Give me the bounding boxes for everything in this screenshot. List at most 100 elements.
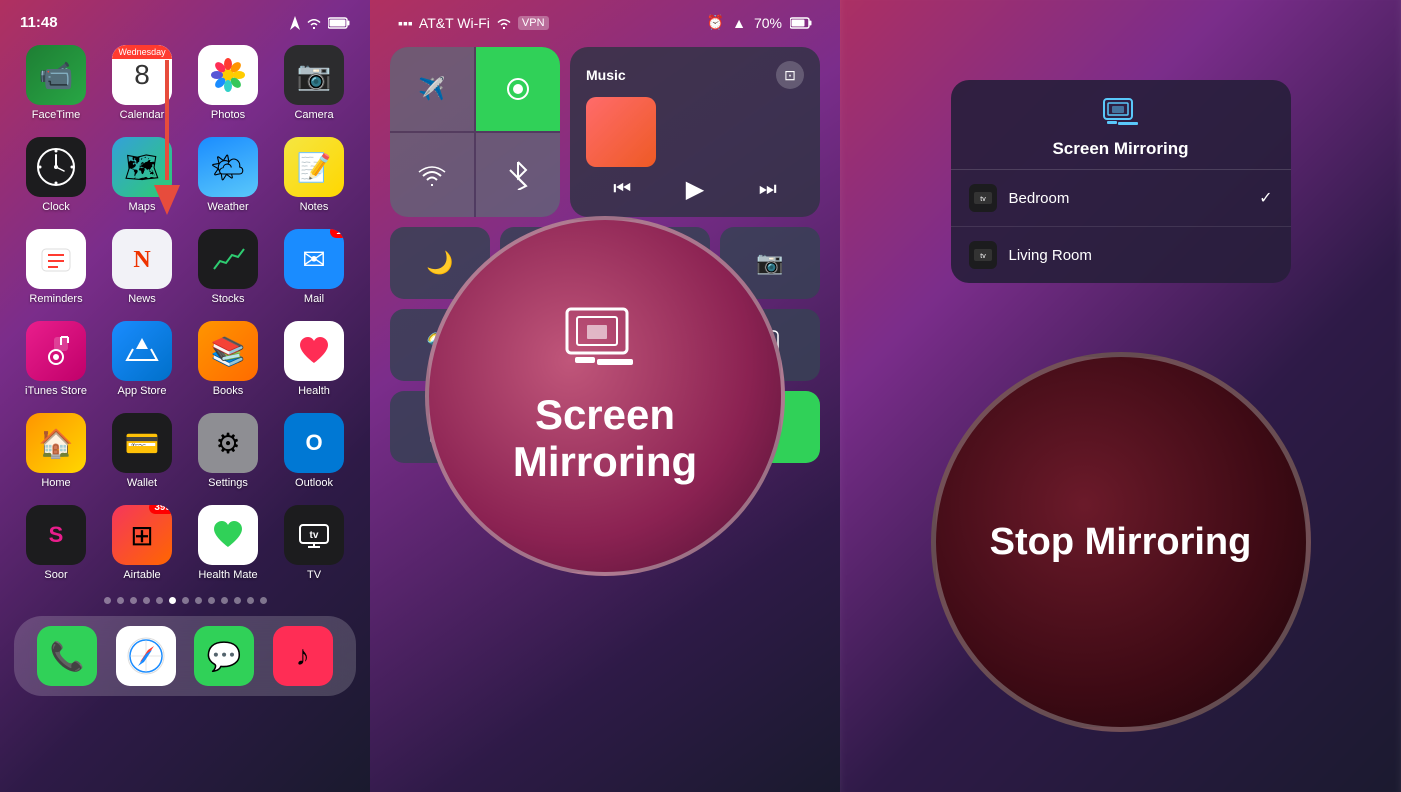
iphone-home-screen: 11:48 📹 FaceTime Wednesday <box>0 0 370 792</box>
next-button[interactable]: ⏭ <box>759 178 777 201</box>
playback-controls: ⏮ ▶ ⏭ <box>586 175 804 204</box>
mail-badge: 1 <box>330 229 344 238</box>
svg-text:tv: tv <box>980 196 986 203</box>
camera-label: Camera <box>294 109 333 121</box>
connectivity-block: ✈️ <box>390 47 560 217</box>
soor-label: Soor <box>44 569 67 581</box>
cc-row-1: ✈️ Music ⊡ <box>390 47 820 217</box>
mirroring-panel-icon <box>1103 98 1139 133</box>
app-tv[interactable]: tv TV <box>278 505 350 581</box>
appstore-icon <box>112 321 172 381</box>
app-home[interactable]: 🏠 Home <box>20 413 92 489</box>
app-soor[interactable]: S Soor <box>20 505 92 581</box>
app-airtable[interactable]: 399 ⊞ Airtable <box>106 505 178 581</box>
app-camera[interactable]: 📷 Camera <box>278 45 350 121</box>
books-icon: 📚 <box>198 321 258 381</box>
airplay-icon[interactable]: ⊡ <box>776 61 804 89</box>
mirroring-device-livingroom[interactable]: tv Living Room <box>951 227 1291 283</box>
dot-12 <box>247 597 254 604</box>
app-health[interactable]: Health <box>278 321 350 397</box>
app-clock[interactable]: Clock <box>20 137 92 213</box>
appstore-label: App Store <box>118 385 167 397</box>
music-tile[interactable]: Music ⊡ ⏮ ▶ ⏭ <box>570 47 820 217</box>
settings-icon: ⚙ <box>198 413 258 473</box>
app-calendar[interactable]: Wednesday 8 Calendar <box>106 45 178 121</box>
app-appstore[interactable]: App Store <box>106 321 178 397</box>
app-healthmate[interactable]: Health Mate <box>192 505 264 581</box>
cc-carrier: AT&T Wi-Fi <box>419 15 490 31</box>
wifi-icon <box>306 17 322 29</box>
app-notes[interactable]: 📝 Notes <box>278 137 350 213</box>
dot-11 <box>234 597 241 604</box>
app-facetime[interactable]: 📹 FaceTime <box>20 45 92 121</box>
itunes-label: iTunes Store <box>25 385 87 397</box>
vpn-badge: VPN <box>518 16 549 30</box>
app-stocks[interactable]: Stocks <box>192 229 264 305</box>
app-grid: 📹 FaceTime Wednesday 8 Calendar <box>0 37 370 589</box>
app-outlook[interactable]: O Outlook <box>278 413 350 489</box>
app-settings[interactable]: ⚙ Settings <box>192 413 264 489</box>
control-center-screen: ▪▪▪ AT&T Wi-Fi VPN ⏰ ▲ 70% ✈️ <box>370 0 840 792</box>
reminders-icon <box>26 229 86 289</box>
stocks-icon <box>198 229 258 289</box>
location-icon <box>290 16 300 30</box>
stop-mirroring-label: Stop Mirroring <box>990 521 1252 564</box>
music-content <box>586 97 804 167</box>
wifi-tile[interactable] <box>390 133 474 217</box>
outlook-label: Outlook <box>295 477 333 489</box>
app-wallet[interactable]: 💳 Wallet <box>106 413 178 489</box>
calendar-label: Calendar <box>120 109 165 121</box>
stocks-label: Stocks <box>211 293 244 305</box>
dot-4 <box>143 597 150 604</box>
mail-label: Mail <box>304 293 324 305</box>
app-maps[interactable]: 🗺 Maps <box>106 137 178 213</box>
weather-label: Weather <box>207 201 248 213</box>
play-button[interactable]: ▶ <box>686 175 704 204</box>
app-news[interactable]: N News <box>106 229 178 305</box>
tv-icon: tv <box>284 505 344 565</box>
maps-label: Maps <box>129 201 156 213</box>
airtable-icon: 399 ⊞ <box>112 505 172 565</box>
mail-icon: ✉ 1 <box>284 229 344 289</box>
facetime-icon: 📹 <box>26 45 86 105</box>
stop-mirroring-button[interactable]: Stop Mirroring <box>931 352 1311 732</box>
dot-8 <box>195 597 202 604</box>
news-label: News <box>128 293 156 305</box>
airplane-mode-tile[interactable]: ✈️ <box>390 47 474 131</box>
album-art <box>586 97 656 167</box>
app-mail[interactable]: ✉ 1 Mail <box>278 229 350 305</box>
battery-pct: 70% <box>754 15 782 31</box>
screen-mirroring-circle[interactable]: ScreenMirroring <box>425 216 785 576</box>
books-label: Books <box>213 385 244 397</box>
healthmate-label: Health Mate <box>198 569 257 581</box>
outlook-icon: O <box>284 413 344 473</box>
svg-text:tv: tv <box>310 530 319 541</box>
dock-phone[interactable]: 📞 <box>37 626 97 686</box>
health-icon <box>284 321 344 381</box>
status-bar: 11:48 <box>0 0 370 37</box>
cc-signal: ▪▪▪ <box>398 15 413 31</box>
svg-text:tv: tv <box>980 253 986 260</box>
dock-music[interactable]: ♪ <box>273 626 333 686</box>
stop-mirroring-screen: Screen Mirroring tv Bedroom ✓ tv Living … <box>840 0 1401 792</box>
dock-messages[interactable]: 💬 <box>194 626 254 686</box>
tv-label: TV <box>307 569 321 581</box>
phone-icon: 📞 <box>37 626 97 686</box>
battery-icon <box>328 17 350 29</box>
mirroring-circle-text: ScreenMirroring <box>513 392 697 484</box>
app-photos[interactable]: Photos <box>192 45 264 121</box>
itunes-icon <box>26 321 86 381</box>
calendar-icon: Wednesday 8 <box>112 45 172 105</box>
app-reminders[interactable]: Reminders <box>20 229 92 305</box>
app-books[interactable]: 📚 Books <box>192 321 264 397</box>
app-itunes[interactable]: iTunes Store <box>20 321 92 397</box>
app-weather[interactable]: 🌤 Weather <box>192 137 264 213</box>
dock-safari[interactable] <box>116 626 176 686</box>
cellular-tile[interactable] <box>476 47 560 131</box>
notes-icon: 📝 <box>284 137 344 197</box>
weather-icon: 🌤 <box>198 137 258 197</box>
prev-button[interactable]: ⏮ <box>613 178 631 201</box>
mirroring-device-bedroom[interactable]: tv Bedroom ✓ <box>951 170 1291 227</box>
bluetooth-tile[interactable] <box>476 133 560 217</box>
wallet-icon: 💳 <box>112 413 172 473</box>
